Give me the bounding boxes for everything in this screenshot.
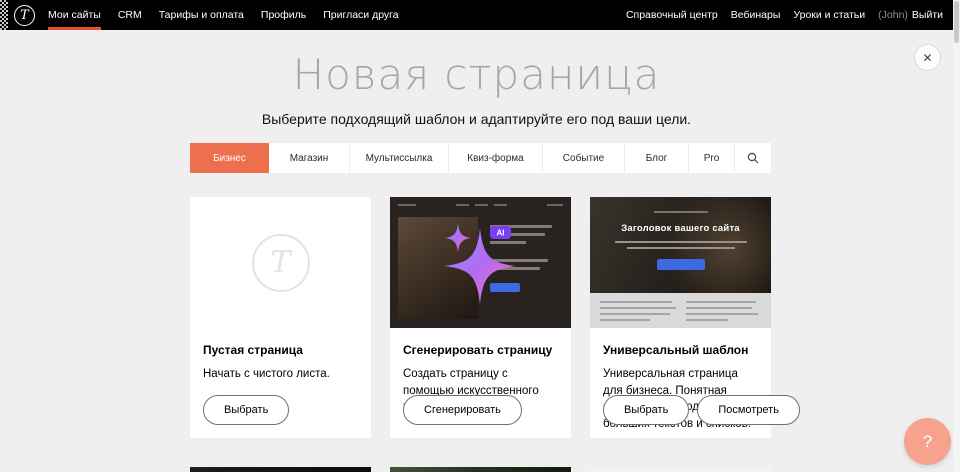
tab-label: Мультиссылка <box>366 153 433 164</box>
tab-label: Блог <box>646 153 668 164</box>
tab-multilink[interactable]: Мультиссылка <box>350 143 449 173</box>
blank-template-preview[interactable]: T <box>190 197 371 328</box>
nav-my-sites[interactable]: Мои сайты <box>48 0 101 30</box>
nav-label: Пригласи друга <box>323 9 398 21</box>
card-body: Сгенерировать страницу Создать страницу … <box>390 328 571 438</box>
link-webinars[interactable]: Вебинары <box>731 9 781 21</box>
template-card-ai: AI Сгенерировать страницу Создать страни… <box>390 197 571 438</box>
main-nav: Мои сайты CRM Тарифы и оплата Профиль Пр… <box>48 0 399 30</box>
ai-badge: AI <box>497 229 505 238</box>
preview-heading: Заголовок вашего сайта <box>590 223 771 234</box>
decor-line <box>686 307 752 309</box>
template-preview-partial[interactable] <box>190 467 371 472</box>
scrollbar-track[interactable] <box>953 0 960 472</box>
decor-line <box>654 211 708 213</box>
decor-bar <box>475 204 488 206</box>
page-subtitle: Выберите подходящий шаблон и адаптируйте… <box>0 111 953 127</box>
nav-label: Мои сайты <box>48 9 101 21</box>
universal-template-preview[interactable]: Заголовок вашего сайта <box>590 197 771 328</box>
tab-label: Бизнес <box>213 153 246 164</box>
card-description: Начать с чистого листа. <box>203 366 358 383</box>
decor-line <box>686 301 756 303</box>
preview-hero: Заголовок вашего сайта <box>590 197 771 293</box>
template-category-tabs: Бизнес Магазин Мультиссылка Квиз-форма С… <box>190 143 771 173</box>
card-title: Универсальный шаблон <box>603 343 758 357</box>
tab-shop[interactable]: Магазин <box>269 143 350 173</box>
card-title: Пустая страница <box>203 343 358 357</box>
decor-line <box>600 301 672 303</box>
link-lessons[interactable]: Уроки и статьи <box>793 9 865 21</box>
tab-quiz-form[interactable]: Квиз-форма <box>449 143 543 173</box>
nav-label: CRM <box>118 9 142 21</box>
tab-label: Событие <box>563 153 604 164</box>
template-card-universal: Заголовок вашего сайта Универсальный шаб… <box>590 197 771 438</box>
choose-blank-button[interactable]: Выбрать <box>203 395 289 425</box>
preview-cta-block <box>657 259 705 270</box>
template-preview-partial[interactable] <box>590 467 771 472</box>
close-icon: ✕ <box>922 51 932 65</box>
nav-profile[interactable]: Профиль <box>261 0 306 30</box>
help-button[interactable]: ? <box>904 418 951 465</box>
decor-bar <box>398 204 416 206</box>
page-title: Новая страница <box>0 50 953 99</box>
decor-line <box>627 247 735 249</box>
ai-sparkle-icon: AI <box>430 210 530 315</box>
new-page-dialog: T Мои сайты CRM Тарифы и оплата Профиль … <box>0 0 960 472</box>
decor-bar <box>547 204 563 206</box>
close-button[interactable]: ✕ <box>914 44 941 71</box>
decor-line <box>600 319 650 321</box>
view-universal-button[interactable]: Посмотреть <box>697 395 800 425</box>
tab-pro[interactable]: Pro <box>689 143 735 173</box>
decor-bar <box>456 204 469 206</box>
decor-line <box>686 313 758 315</box>
tab-search[interactable] <box>735 143 771 173</box>
tab-label: Квиз-форма <box>467 153 523 164</box>
nav-label: Тарифы и оплата <box>159 9 244 21</box>
decor-line <box>600 307 676 309</box>
preview-text-section <box>590 293 771 328</box>
template-card-blank: T Пустая страница Начать с чистого листа… <box>190 197 371 438</box>
tab-event[interactable]: Событие <box>543 143 625 173</box>
template-preview-partial[interactable] <box>390 467 571 472</box>
tab-label: Pro <box>704 153 720 164</box>
search-icon <box>747 152 759 164</box>
card-title: Сгенерировать страницу <box>403 343 558 357</box>
decor-bar <box>494 204 507 206</box>
question-icon: ? <box>923 432 932 452</box>
decor-line <box>615 241 747 243</box>
decor-line <box>686 319 728 321</box>
generate-button[interactable]: Сгенерировать <box>403 395 522 425</box>
card-actions: Выбрать Посмотреть <box>603 395 800 425</box>
nav-invite-friend[interactable]: Пригласи друга <box>323 0 398 30</box>
tilda-ghost-logo-icon: T <box>252 234 310 292</box>
top-header: T Мои сайты CRM Тарифы и оплата Профиль … <box>0 0 953 30</box>
decor-line <box>600 313 670 315</box>
tab-business[interactable]: Бизнес <box>190 143 269 173</box>
card-body: Пустая страница Начать с чистого листа. … <box>190 328 371 438</box>
choose-universal-button[interactable]: Выбрать <box>603 395 689 425</box>
nav-crm[interactable]: CRM <box>118 0 142 30</box>
header-texture-pattern <box>0 0 8 30</box>
card-actions: Сгенерировать <box>403 395 522 425</box>
ai-template-preview[interactable]: AI <box>390 197 571 328</box>
tab-blog[interactable]: Блог <box>625 143 689 173</box>
nav-tariffs[interactable]: Тарифы и оплата <box>159 0 244 30</box>
nav-label: Профиль <box>261 9 306 21</box>
tilda-logo-letter: T <box>20 8 29 23</box>
scrollbar-thumb[interactable] <box>954 1 959 43</box>
card-body: Универсальный шаблон Универсальная стран… <box>590 328 771 438</box>
user-name: (John) <box>878 9 908 21</box>
card-actions: Выбрать <box>203 395 289 425</box>
tab-label: Магазин <box>290 153 329 164</box>
header-right-nav: Справочный центр Вебинары Уроки и статьи… <box>626 9 953 21</box>
link-help-center[interactable]: Справочный центр <box>626 9 718 21</box>
logout-link[interactable]: Выйти <box>912 9 943 21</box>
tilda-logo[interactable]: T <box>14 5 35 26</box>
